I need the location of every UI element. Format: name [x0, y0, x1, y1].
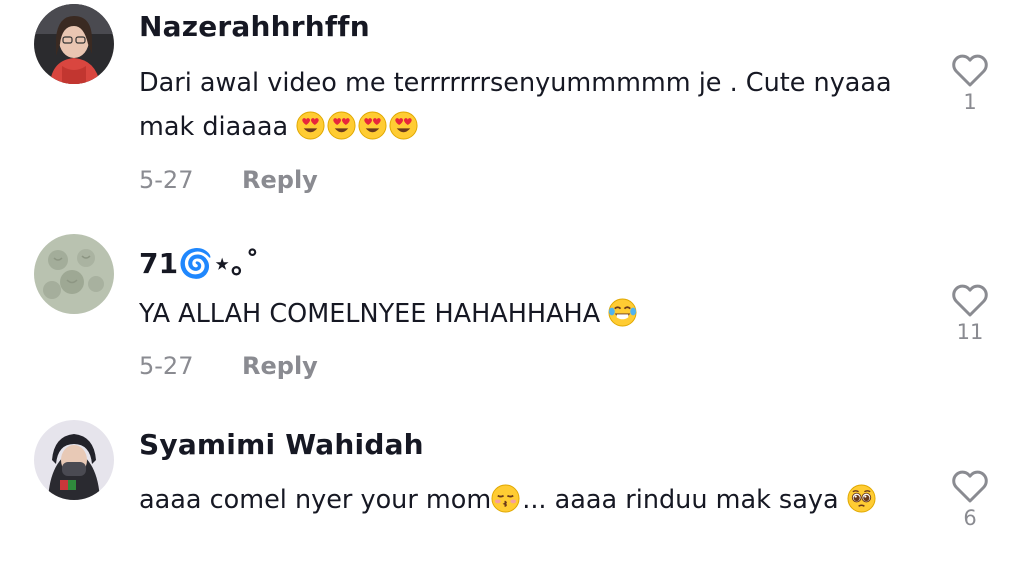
comment-item: 71🌀⋆｡˚ YA ALLAH COMELNYEE HAHAHHAHA 5-27…: [0, 206, 1016, 392]
comment-text-body: ... aaaa rinduu mak saya: [522, 485, 839, 515]
comment-text: aaaa comel nyer your mom ... aaaa rinduu…: [139, 478, 899, 522]
comment-username[interactable]: 71🌀⋆｡˚: [139, 242, 260, 282]
comment-meta: 5-27 Reply: [139, 166, 318, 194]
comment-item: Nazerahhrhffn Dari awal video me terrrrr…: [0, 0, 1016, 206]
heart-outline-icon: [952, 284, 988, 317]
comment-text: Dari awal video me terrrrrrrsenyummmmm j…: [139, 61, 899, 149]
like-button[interactable]: 6: [948, 470, 992, 530]
comment-text-body: Dari awal video me terrrrrrrsenyummmmm j…: [139, 68, 892, 142]
like-button[interactable]: 1: [948, 54, 992, 114]
comment-username[interactable]: Syamimi Wahidah: [139, 428, 424, 461]
comment-date: 5-27: [139, 352, 194, 380]
comment-text-body: YA ALLAH COMELNYEE HAHAHHAHA: [139, 299, 601, 329]
heart-eyes-emoji: [327, 111, 356, 140]
comment-meta: 5-27 Reply: [139, 352, 318, 380]
reply-button[interactable]: Reply: [242, 166, 318, 194]
like-count: 1: [963, 90, 977, 114]
tears-of-joy-emoji: [608, 298, 637, 327]
comment-item: Syamimi Wahidah aaaa comel nyer your mom…: [0, 392, 1016, 574]
avatar[interactable]: [34, 4, 114, 84]
heart-outline-icon: [952, 470, 988, 503]
like-count: 11: [956, 320, 984, 344]
like-count: 6: [963, 506, 977, 530]
like-button[interactable]: 11: [948, 284, 992, 344]
heart-eyes-emoji: [296, 111, 325, 140]
avatar[interactable]: [34, 234, 114, 314]
reply-button[interactable]: Reply: [242, 352, 318, 380]
heart-outline-icon: [952, 54, 988, 87]
comment-text: YA ALLAH COMELNYEE HAHAHHAHA: [139, 292, 899, 336]
heart-eyes-emoji: [358, 111, 387, 140]
comment-text-body: aaaa comel nyer your mom: [139, 485, 492, 515]
avatar[interactable]: [34, 420, 114, 500]
kissing-closed-eyes-emoji: [491, 484, 520, 513]
heart-eyes-emoji: [389, 111, 418, 140]
comment-username[interactable]: Nazerahhrhffn: [139, 10, 370, 43]
pleading-face-emoji: [847, 484, 876, 513]
comment-date: 5-27: [139, 166, 194, 194]
